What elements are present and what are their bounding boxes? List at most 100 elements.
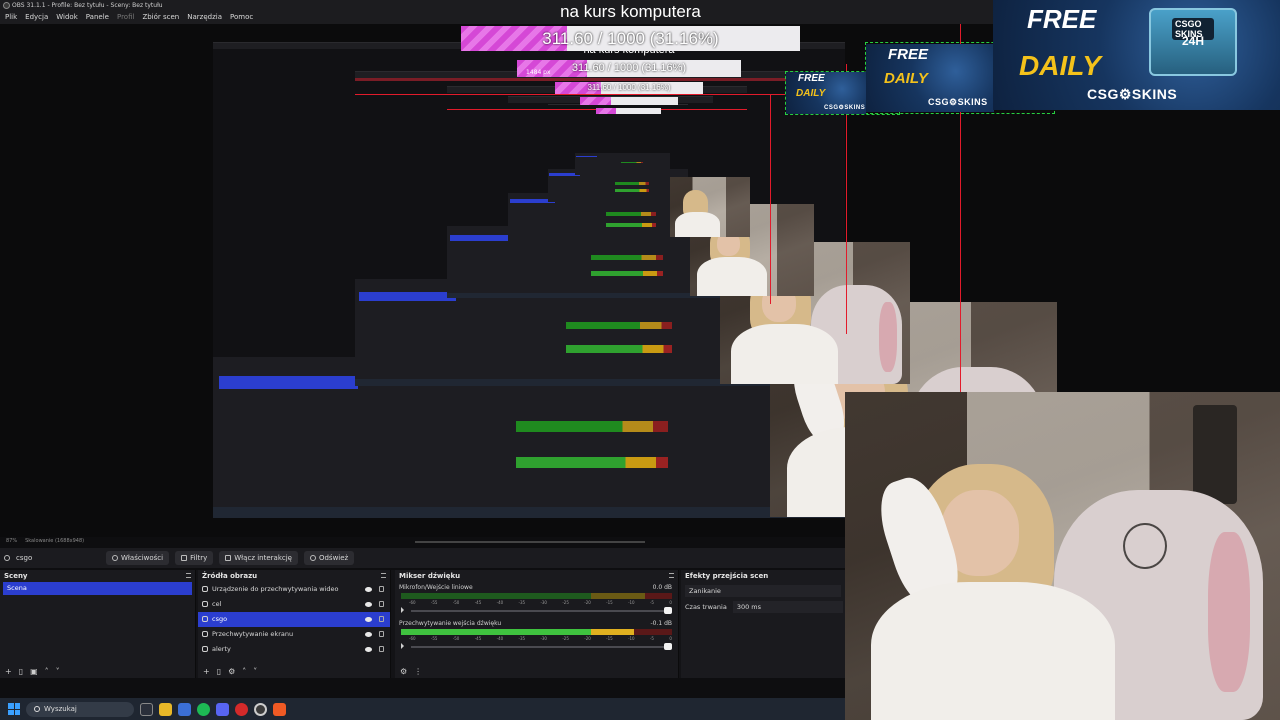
- scaling-label[interactable]: Skalowanie (1688x948): [25, 538, 84, 544]
- remove-scene-icon[interactable]: ▯: [19, 667, 23, 676]
- source-item-alerty[interactable]: alerty: [198, 642, 390, 657]
- mixer-menu-icon[interactable]: ⋮: [414, 667, 422, 676]
- source-item-cel[interactable]: cel: [198, 597, 390, 612]
- nested-ad: FREE DAILY CSG⚙SKINS: [866, 44, 994, 112]
- ad-free-text: FREE: [1027, 4, 1097, 34]
- scenes-footer: + ▯ ▣ ˄ ˅: [0, 664, 195, 678]
- guide-line: [770, 94, 771, 304]
- meter-scale: -60 -55 -50 -45 -40 -35 -30 -25 -20 -15 -10 -5 0: [409, 600, 672, 605]
- visibility-eye-icon[interactable]: [365, 617, 372, 622]
- sources-footer: + ▯ ⚙ ˄ ˅: [198, 664, 390, 678]
- recorder-icon[interactable]: [235, 702, 248, 716]
- lock-icon[interactable]: [379, 646, 384, 652]
- menu-scene-collection[interactable]: Zbiór scen: [142, 11, 179, 24]
- visibility-eye-icon[interactable]: [365, 632, 372, 637]
- menu-docks[interactable]: Panele: [86, 11, 109, 24]
- refresh-icon: [309, 555, 316, 561]
- duration-row: Czas trwania 300 ms: [681, 601, 845, 613]
- windows-start-icon[interactable]: [8, 703, 20, 715]
- source-item-video-capture[interactable]: Urządzenie do przechwytywania wideo: [198, 582, 390, 597]
- volume-slider[interactable]: [411, 610, 672, 612]
- move-up-icon[interactable]: ˄: [242, 667, 246, 676]
- obs-app-icon: [3, 2, 10, 9]
- taskbar-search[interactable]: Wyszukaj: [26, 701, 134, 717]
- speaker-icon[interactable]: [401, 607, 408, 613]
- nested-obs-frame: [575, 109, 670, 175]
- visibility-eye-icon[interactable]: [365, 647, 372, 652]
- menu-tools[interactable]: Narzędzia: [187, 11, 222, 24]
- selected-source-name: csgo: [16, 554, 33, 562]
- transitions-header: Efekty przejścia scen: [685, 572, 769, 580]
- menu-edit[interactable]: Edycja: [25, 11, 48, 24]
- camera-icon: [202, 586, 208, 592]
- windows-taskbar: Wyszukaj: [0, 698, 845, 720]
- dock-menu-icon[interactable]: [381, 573, 386, 578]
- source-properties-icon[interactable]: ⚙: [228, 667, 235, 676]
- menu-view[interactable]: Widok: [56, 11, 78, 24]
- volume-meter: [401, 593, 672, 599]
- visibility-eye-icon[interactable]: [365, 602, 372, 607]
- duration-label: Czas trwania: [685, 603, 727, 611]
- volume-meter: [401, 629, 672, 635]
- add-source-icon[interactable]: +: [203, 667, 210, 676]
- obs-window: OBS 31.1.1 - Profile: Bez tytułu - Sceny…: [0, 0, 1280, 720]
- menu-file[interactable]: Plik: [5, 11, 17, 24]
- menu-help[interactable]: Pomoc: [230, 11, 253, 24]
- zoom-level[interactable]: 87%: [6, 538, 17, 544]
- lock-icon[interactable]: [379, 631, 384, 637]
- spotify-icon[interactable]: [197, 702, 210, 716]
- sources-dock: Źródła obrazu Urządzenie do przechwytywa…: [198, 570, 391, 678]
- move-down-icon[interactable]: ˅: [253, 667, 257, 676]
- add-scene-icon[interactable]: +: [5, 667, 12, 676]
- ad-daily-text: DAILY: [1019, 50, 1101, 81]
- lock-icon[interactable]: [379, 601, 384, 607]
- remove-source-icon[interactable]: ▯: [217, 667, 221, 676]
- preview-status: 87% Skalowanie (1688x948): [0, 537, 845, 546]
- horizontal-scrollbar[interactable]: [415, 541, 645, 543]
- duration-input[interactable]: 300 ms: [732, 601, 843, 613]
- scene-item[interactable]: Scena: [3, 582, 192, 595]
- mixer-channel-mic: Mikrofon/Wejście liniowe 0.0 dB -60 -55 -50…: [395, 584, 678, 614]
- pointer-icon: [225, 555, 232, 561]
- scene-filters-icon[interactable]: ▣: [30, 667, 38, 676]
- filters-button[interactable]: Filtry: [175, 551, 214, 565]
- browser-icon: [202, 646, 208, 652]
- menu-profile[interactable]: Profil: [117, 11, 134, 24]
- mixer-settings-icon[interactable]: ⚙: [400, 667, 407, 676]
- audio-mixer-dock: Mikser dźwięku Mikrofon/Wejście liniowe 0…: [395, 570, 679, 678]
- discord-icon[interactable]: [216, 702, 229, 716]
- nested-goal-bar: 311.60 / 1000 (31.16%): [555, 82, 703, 94]
- move-down-icon[interactable]: ˅: [56, 667, 60, 676]
- file-explorer-icon[interactable]: [159, 702, 172, 716]
- goal-progress-bar: 311.60 / 1000 (31.16%): [461, 26, 800, 51]
- brave-browser-icon[interactable]: [273, 702, 286, 716]
- interact-button[interactable]: Włącz interakcję: [219, 551, 298, 565]
- speaker-icon[interactable]: [401, 643, 408, 649]
- filter-icon: [181, 555, 188, 561]
- visibility-eye-icon[interactable]: [365, 587, 372, 592]
- lock-icon[interactable]: [379, 586, 384, 592]
- move-up-icon[interactable]: ˄: [45, 667, 49, 676]
- ad-brand-text: CSG⚙SKINS: [1087, 86, 1178, 102]
- source-toolbar: csgo Właściwości Filtry Włącz interakcję…: [0, 548, 845, 568]
- source-item-screen-capture[interactable]: Przechwytywanie ekranu: [198, 627, 390, 642]
- scenes-header: Sceny: [0, 570, 195, 582]
- task-view-icon[interactable]: [140, 702, 153, 716]
- source-item-csgo[interactable]: csgo: [198, 612, 390, 627]
- dock-menu-icon[interactable]: [186, 573, 191, 578]
- volume-slider-knob[interactable]: [664, 607, 672, 614]
- volume-slider-knob[interactable]: [664, 643, 672, 650]
- store-icon[interactable]: [178, 702, 191, 716]
- source-icon: [4, 555, 10, 561]
- transition-select[interactable]: Zanikanie: [685, 585, 841, 597]
- volume-slider[interactable]: [411, 646, 672, 648]
- browser-icon: [202, 601, 208, 607]
- obs-icon[interactable]: [254, 702, 267, 716]
- nested-webcam: [670, 177, 750, 237]
- properties-button[interactable]: Właściwości: [106, 551, 170, 565]
- dock-menu-icon[interactable]: [669, 573, 674, 578]
- browser-icon: [202, 616, 208, 622]
- lock-icon[interactable]: [379, 616, 384, 622]
- nested-goal-bar: [596, 108, 661, 114]
- refresh-button[interactable]: Odśwież: [303, 551, 355, 565]
